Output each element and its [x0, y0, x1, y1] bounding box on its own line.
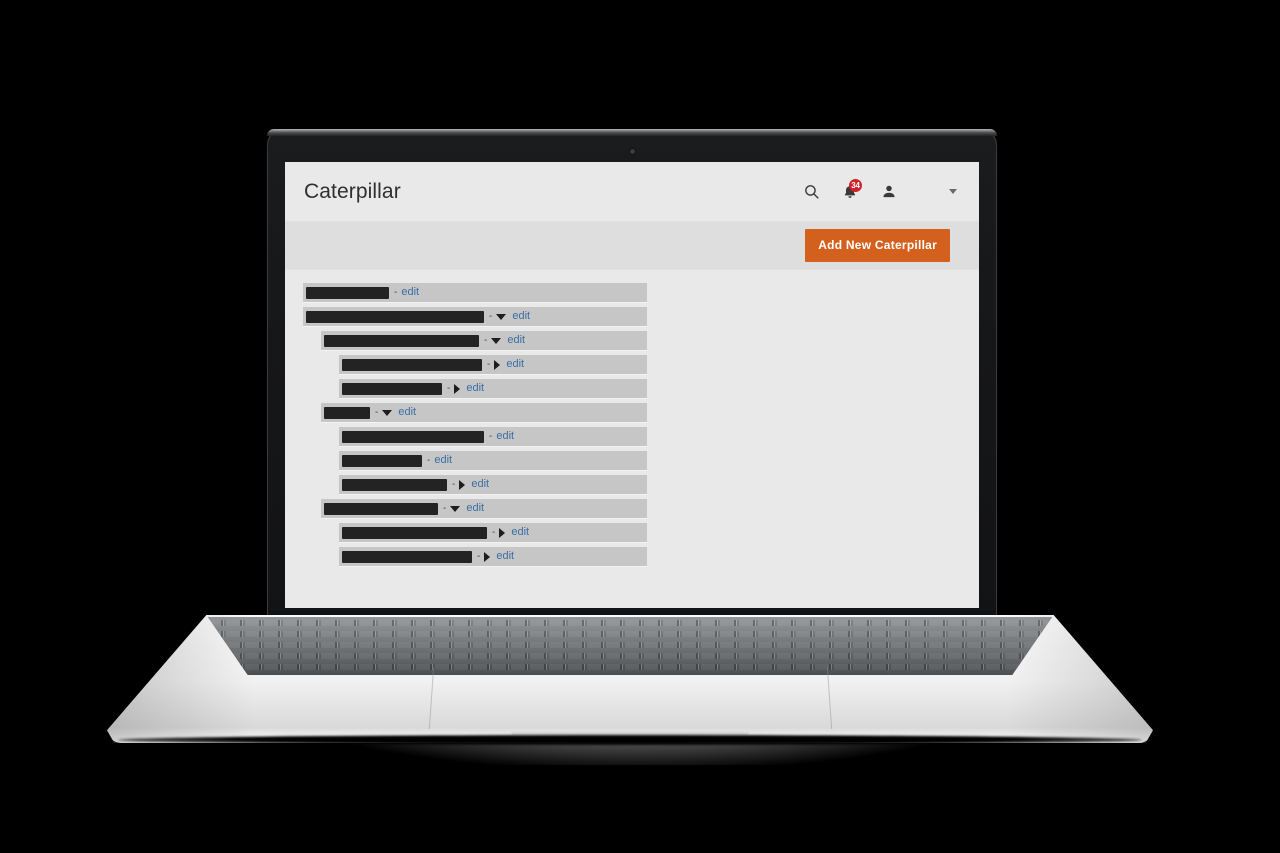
- tree-row[interactable]: - edit: [339, 475, 647, 494]
- redacted-item-name: [306, 310, 484, 323]
- tree-row[interactable]: - edit: [303, 283, 647, 302]
- row-separator: -: [447, 382, 451, 394]
- search-icon[interactable]: [801, 182, 821, 202]
- chevron-down-icon[interactable]: [945, 184, 961, 200]
- expand-collapse-closed-icon[interactable]: [494, 359, 501, 370]
- row-separator: -: [489, 430, 493, 442]
- edit-link[interactable]: edit: [507, 335, 525, 346]
- expand-collapse-closed-icon[interactable]: [484, 551, 491, 562]
- expand-collapse-open-icon[interactable]: [496, 313, 507, 320]
- laptop-screen: Caterpillar 34 Add New Caterpillar - edi…: [285, 162, 979, 617]
- edit-link[interactable]: edit: [511, 527, 529, 538]
- redacted-item-name: [342, 478, 447, 491]
- laptop-lid: Caterpillar 34 Add New Caterpillar - edi…: [267, 129, 997, 619]
- redacted-item-name: [342, 358, 482, 371]
- caret-glyph: [949, 189, 957, 194]
- edit-link[interactable]: edit: [466, 383, 484, 394]
- laptop-base: [107, 615, 1153, 743]
- expand-collapse-closed-icon[interactable]: [459, 479, 466, 490]
- laptop-base-shading: [107, 615, 1153, 743]
- tree-row[interactable]: - edit: [321, 403, 647, 422]
- edit-link[interactable]: edit: [466, 503, 484, 514]
- redacted-item-name: [324, 406, 370, 419]
- expand-collapse-open-icon[interactable]: [491, 337, 502, 344]
- bell-icon[interactable]: 34: [840, 178, 862, 202]
- edit-link[interactable]: edit: [471, 479, 489, 490]
- header-actions: 34: [801, 178, 961, 202]
- app-header: Caterpillar 34: [285, 162, 979, 221]
- tree-row[interactable]: - edit: [339, 451, 647, 470]
- tree-row[interactable]: - edit: [339, 379, 647, 398]
- row-separator: -: [375, 406, 379, 418]
- lid-top-rim: [267, 129, 997, 136]
- content-area: - edit - edit - edit - edit - edit - edit - edit - edit…: [285, 270, 979, 617]
- user-icon[interactable]: [879, 182, 899, 202]
- expand-collapse-closed-icon[interactable]: [454, 383, 461, 394]
- redacted-item-name: [306, 286, 389, 299]
- expand-collapse-closed-icon[interactable]: [499, 527, 506, 538]
- edit-link[interactable]: edit: [506, 359, 524, 370]
- edit-link[interactable]: edit: [401, 287, 419, 298]
- redacted-item-name: [342, 382, 442, 395]
- caterpillar-tree: - edit - edit - edit - edit - edit - edit - edit - edit…: [303, 283, 647, 566]
- expand-collapse-open-icon[interactable]: [450, 505, 461, 512]
- laptop-drop-shadow: [118, 735, 1142, 745]
- page-title: Caterpillar: [304, 179, 401, 203]
- row-separator: -: [443, 502, 447, 514]
- edit-link[interactable]: edit: [496, 551, 514, 562]
- redacted-item-name: [342, 550, 472, 563]
- redacted-item-name: [342, 454, 422, 467]
- tree-row[interactable]: - edit: [339, 355, 647, 374]
- row-separator: -: [394, 286, 398, 298]
- row-separator: -: [477, 550, 481, 562]
- redacted-item-name: [324, 502, 438, 515]
- edit-link[interactable]: edit: [496, 431, 514, 442]
- edit-link[interactable]: edit: [512, 311, 530, 322]
- toolbar: Add New Caterpillar: [285, 221, 979, 270]
- row-separator: -: [492, 526, 496, 538]
- add-new-caterpillar-button[interactable]: Add New Caterpillar: [805, 229, 950, 262]
- notification-badge: 34: [849, 178, 862, 192]
- tree-row[interactable]: - edit: [339, 523, 647, 542]
- redacted-item-name: [342, 526, 487, 539]
- screenshot-stage: Caterpillar 34 Add New Caterpillar - edi…: [0, 0, 1280, 853]
- webcam-icon: [630, 149, 635, 154]
- redacted-item-name: [324, 334, 479, 347]
- expand-collapse-open-icon[interactable]: [382, 409, 393, 416]
- tree-row[interactable]: - edit: [339, 427, 647, 446]
- tree-row[interactable]: - edit: [321, 499, 647, 518]
- row-separator: -: [484, 334, 488, 346]
- tree-row[interactable]: - edit: [321, 331, 647, 350]
- row-separator: -: [489, 310, 493, 322]
- row-separator: -: [452, 478, 456, 490]
- row-separator: -: [427, 454, 431, 466]
- tree-row[interactable]: - edit: [303, 307, 647, 326]
- redacted-item-name: [342, 430, 484, 443]
- tree-row[interactable]: - edit: [339, 547, 647, 566]
- row-separator: -: [487, 358, 491, 370]
- edit-link[interactable]: edit: [434, 455, 452, 466]
- edit-link[interactable]: edit: [398, 407, 416, 418]
